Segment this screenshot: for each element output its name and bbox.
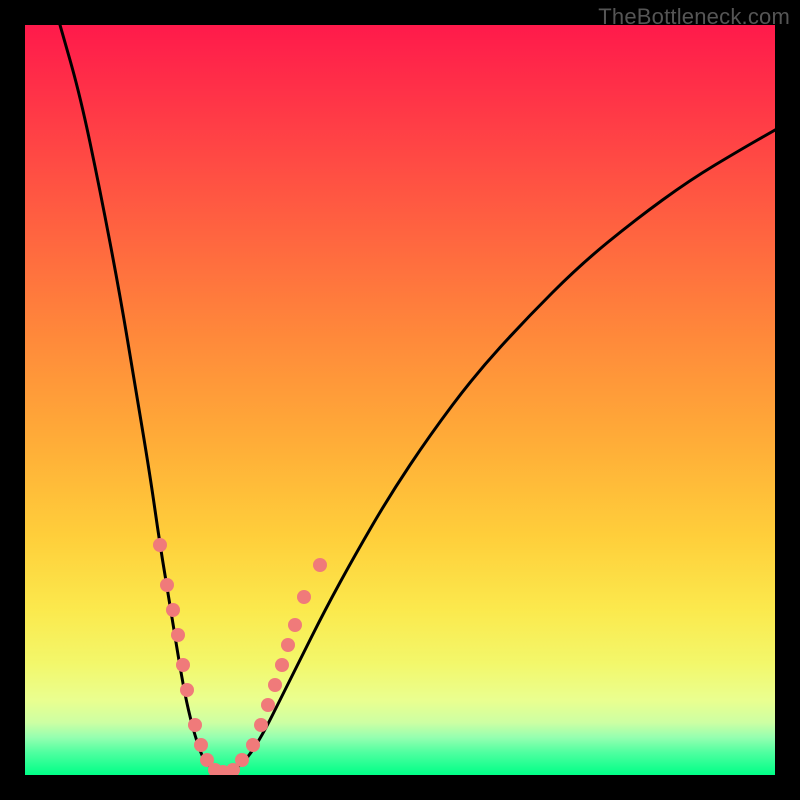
marker-dot: [160, 578, 174, 592]
marker-dot: [254, 718, 268, 732]
marker-dot: [313, 558, 327, 572]
curve-svg: [25, 25, 775, 775]
left-curve: [60, 25, 223, 772]
marker-dot: [176, 658, 190, 672]
curve-group: [60, 25, 775, 772]
marker-dot: [288, 618, 302, 632]
marker-dot: [180, 683, 194, 697]
marker-dot: [171, 628, 185, 642]
marker-dot: [188, 718, 202, 732]
plot-area: [25, 25, 775, 775]
marker-dot: [261, 698, 275, 712]
marker-dot: [153, 538, 167, 552]
marker-dot: [281, 638, 295, 652]
marker-dot: [194, 738, 208, 752]
marker-dot: [166, 603, 180, 617]
marker-dot: [275, 658, 289, 672]
watermark-text: TheBottleneck.com: [598, 4, 790, 30]
right-curve: [223, 130, 775, 772]
marker-dot: [246, 738, 260, 752]
marker-dot: [235, 753, 249, 767]
chart-frame: TheBottleneck.com: [0, 0, 800, 800]
marker-dot: [268, 678, 282, 692]
marker-dot: [297, 590, 311, 604]
